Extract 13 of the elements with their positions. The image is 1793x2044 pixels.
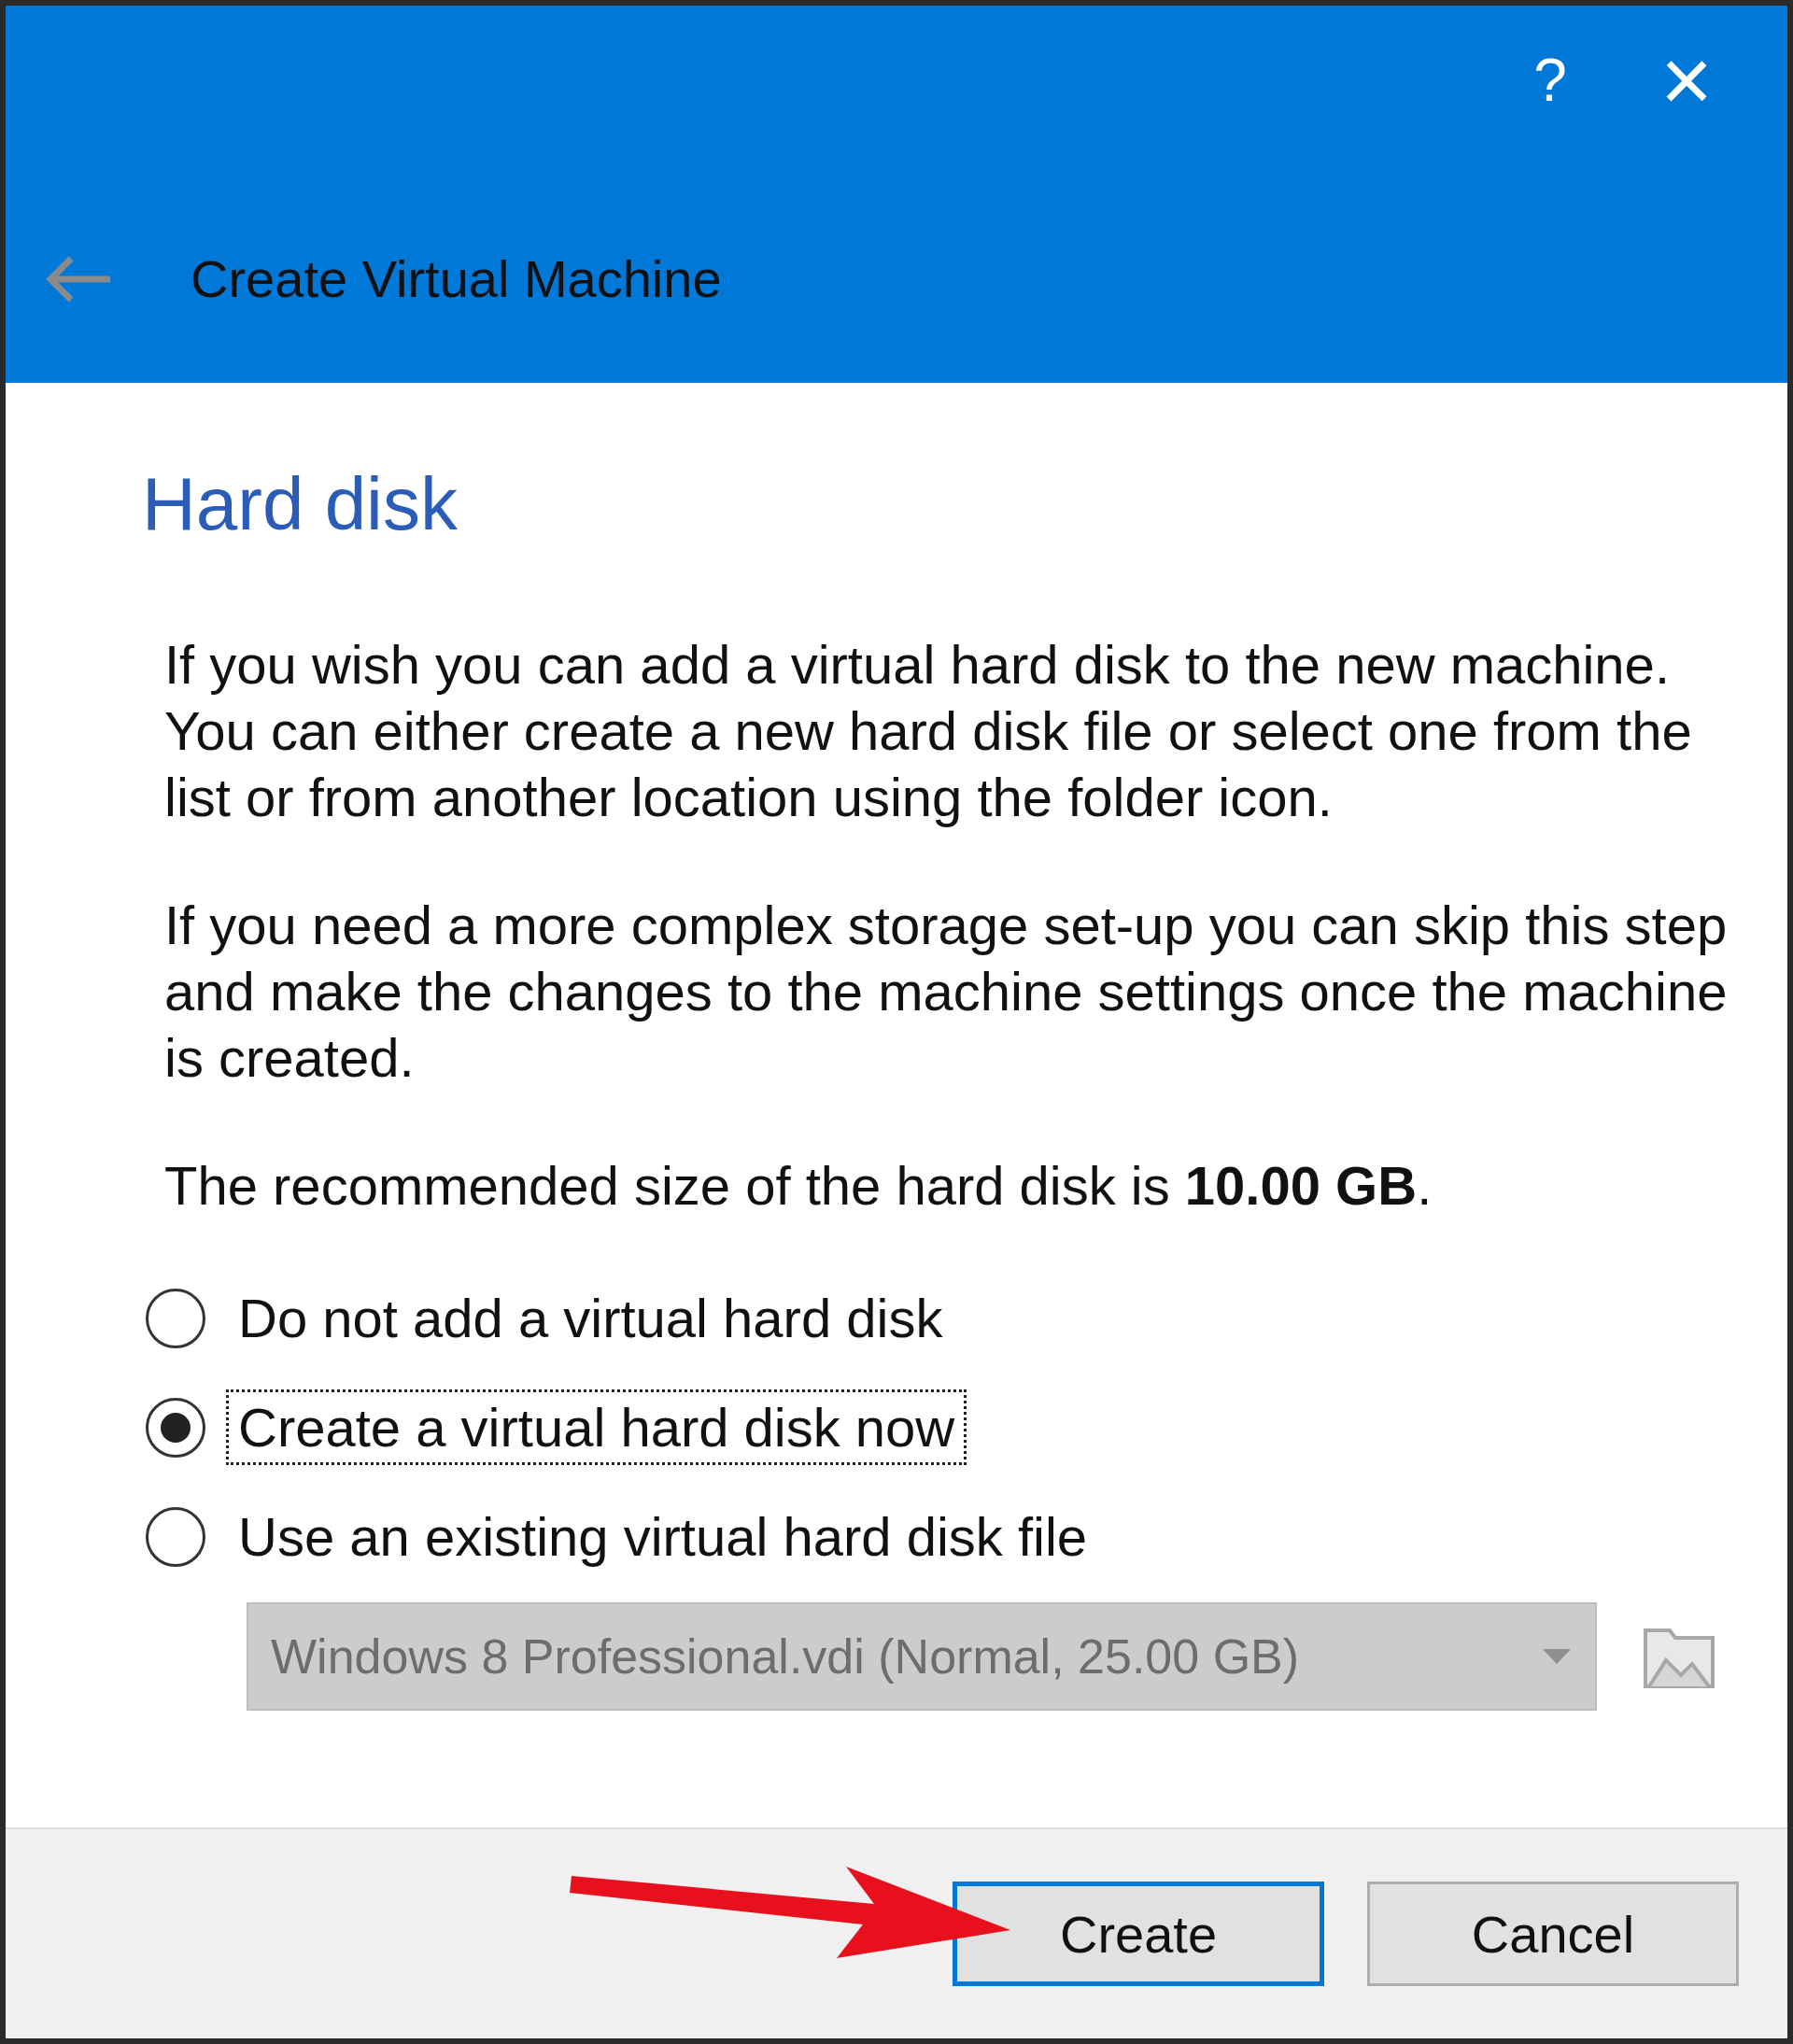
- radio-label[interactable]: Do not add a virtual hard disk: [226, 1280, 955, 1356]
- radio-label[interactable]: Use an existing virtual hard disk file: [226, 1499, 1100, 1574]
- page-heading: Hard disk: [142, 461, 459, 547]
- description-text: If you need a more complex storage set-up you can skip this step and make the changes to the machine settings once the machine is created.: [164, 894, 1729, 1090]
- create-button[interactable]: Create: [953, 1882, 1324, 1986]
- cancel-button[interactable]: Cancel: [1367, 1882, 1739, 1986]
- radio-label[interactable]: Create a virtual hard disk now: [226, 1389, 967, 1465]
- close-button[interactable]: ×: [1641, 24, 1731, 136]
- description-text: If you wish you can add a virtual hard disk to the new machine. You can either create a new hard disk file or select one from the list or from another location using the folder icon.: [164, 633, 1693, 829]
- dropdown-caret-icon: [1541, 1647, 1573, 1666]
- description-text: The recommended size of the hard disk is 10.00 GB.: [164, 1154, 1433, 1218]
- help-button[interactable]: ?: [1515, 24, 1586, 136]
- window-title: Create Virtual Machine: [191, 248, 722, 309]
